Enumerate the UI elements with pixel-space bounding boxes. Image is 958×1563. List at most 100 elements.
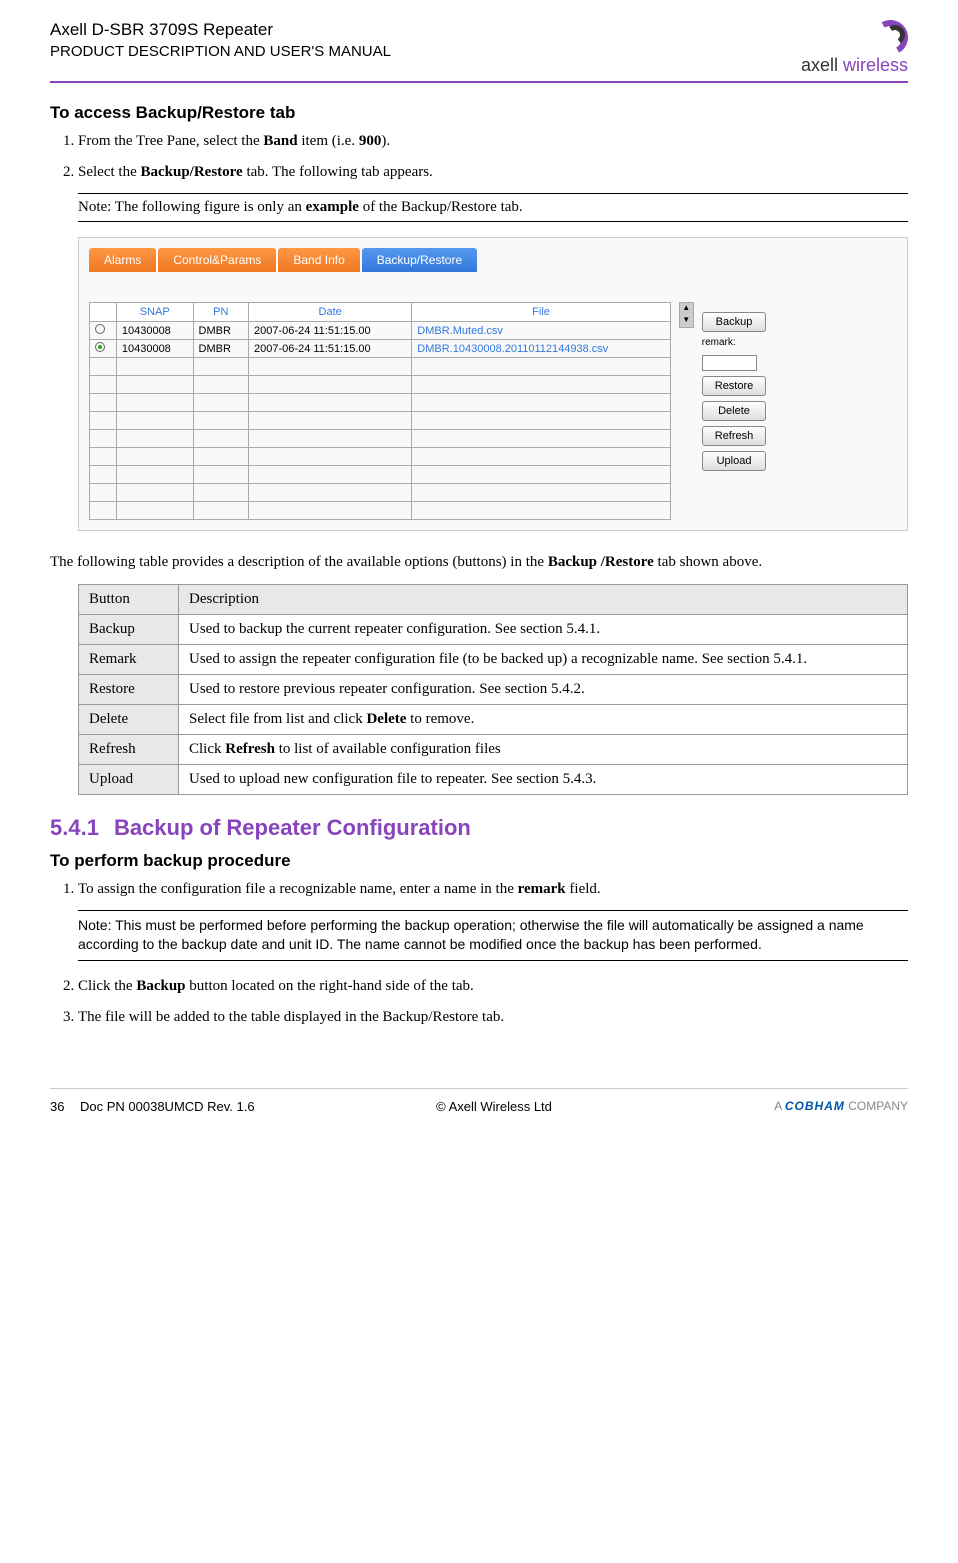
table-row-empty — [90, 412, 671, 430]
note-backup-remark: Note: This must be performed before perf… — [78, 910, 908, 961]
logo-text: axell wireless — [801, 55, 908, 76]
desc-text: Click Refresh to list of available confi… — [179, 734, 908, 764]
desc-row-upload: Upload Used to upload new configuration … — [79, 764, 908, 794]
delete-button[interactable]: Delete — [702, 401, 767, 421]
backup-restore-screenshot: Alarms Control&Params Band Info Backup/R… — [78, 237, 908, 531]
desc-btn: Refresh — [79, 734, 179, 764]
backup-procedure-steps: To assign the configuration file a recog… — [78, 879, 908, 1028]
heading-num: 5.4.1 — [50, 815, 99, 840]
tab-backup-restore[interactable]: Backup/Restore — [362, 248, 477, 272]
step1-post: ). — [381, 133, 390, 149]
note-pre: Note: The following figure is only an — [78, 199, 306, 215]
s2post: button located on the right-hand side of… — [186, 978, 474, 994]
col-file: File — [412, 303, 670, 322]
backup-file-table: SNAP PN Date File 10430008 DMBR 2007-06-… — [89, 302, 671, 520]
desc-row-refresh: Refresh Click Refresh to list of availab… — [79, 734, 908, 764]
backup-step-2: Click the Backup button located on the r… — [78, 976, 908, 997]
header-text: Axell D-SBR 3709S Repeater PRODUCT DESCR… — [50, 20, 391, 60]
s1pre: To assign the configuration file a recog… — [78, 881, 518, 897]
desc-text: Select file from list and click Delete t… — [179, 704, 908, 734]
radio-cell[interactable] — [90, 322, 117, 340]
col-radio — [90, 303, 117, 322]
tab-alarms[interactable]: Alarms — [89, 248, 156, 272]
cell-date: 2007-06-24 11:51:15.00 — [249, 322, 412, 340]
footer-doc-pn: Doc PN 00038UMCD Rev. 1.6 — [80, 1099, 436, 1114]
desc-header-button: Button — [79, 584, 179, 614]
desc-row-restore: Restore Used to restore previous repeate… — [79, 674, 908, 704]
desc-btn: Remark — [79, 644, 179, 674]
step2-bold: Backup/Restore — [140, 164, 242, 180]
cell-snap: 10430008 — [116, 322, 193, 340]
desc-text: Used to assign the repeater configuratio… — [179, 644, 908, 674]
button-description-table: Button Description Backup Used to backup… — [78, 584, 908, 795]
desc-text: Used to backup the current repeater conf… — [179, 614, 908, 644]
desc-row-remark: Remark Used to assign the repeater confi… — [79, 644, 908, 674]
cell-file[interactable]: DMBR.10430008.20110112144938.csv — [412, 340, 670, 358]
note-example: Note: The following figure is only an ex… — [78, 193, 908, 222]
table-row[interactable]: 10430008 DMBR 2007-06-24 11:51:15.00 DMB… — [90, 322, 671, 340]
table-row-empty — [90, 430, 671, 448]
note-post: of the Backup/Restore tab. — [359, 199, 523, 215]
t2: to list of available configuration files — [275, 741, 501, 757]
desc-row-backup: Backup Used to backup the current repeat… — [79, 614, 908, 644]
tab-control-params[interactable]: Control&Params — [158, 248, 276, 272]
desc-header-row: Button Description — [79, 584, 908, 614]
s2b: Backup — [136, 978, 185, 994]
scroll-down-icon[interactable]: ▼ — [680, 315, 693, 327]
table-row-empty — [90, 376, 671, 394]
remark-input[interactable] — [702, 355, 757, 371]
backup-step-1: To assign the configuration file a recog… — [78, 879, 908, 961]
desc-row-delete: Delete Select file from list and click D… — [79, 704, 908, 734]
cell-pn: DMBR — [193, 340, 249, 358]
t2: to remove. — [406, 711, 474, 727]
backup-panel: SNAP PN Date File 10430008 DMBR 2007-06-… — [89, 302, 897, 520]
tabs-row: Alarms Control&Params Band Info Backup/R… — [89, 248, 897, 272]
cell-date: 2007-06-24 11:51:15.00 — [249, 340, 412, 358]
remark-label: remark: — [702, 337, 767, 348]
footer-page-number: 36 — [50, 1099, 80, 1114]
step2-post: tab. The following tab appears. — [243, 164, 433, 180]
page-header: Axell D-SBR 3709S Repeater PRODUCT DESCR… — [50, 20, 908, 83]
upload-button[interactable]: Upload — [702, 451, 767, 471]
s1b: remark — [518, 881, 566, 897]
scrollbar[interactable]: ▲ ▼ — [679, 302, 694, 328]
desc-text: Used to upload new configuration file to… — [179, 764, 908, 794]
refresh-button[interactable]: Refresh — [702, 426, 767, 446]
table-row[interactable]: 10430008 DMBR 2007-06-24 11:51:15.00 DMB… — [90, 340, 671, 358]
b: Refresh — [225, 741, 275, 757]
tab-band-info[interactable]: Band Info — [278, 248, 359, 272]
s2pre: Click the — [78, 978, 136, 994]
logo-text-wireless: wireless — [843, 55, 908, 75]
radio-cell[interactable] — [90, 340, 117, 358]
cell-snap: 10430008 — [116, 340, 193, 358]
step2-pre: Select the — [78, 164, 140, 180]
side-button-panel: Backup remark: Restore Delete Refresh Up… — [702, 312, 767, 471]
table-row-empty — [90, 466, 671, 484]
radio-icon[interactable] — [95, 324, 105, 334]
b: Delete — [366, 711, 406, 727]
step1-mid: item (i.e. — [298, 133, 359, 149]
cell-pn: DMBR — [193, 322, 249, 340]
restore-button[interactable]: Restore — [702, 376, 767, 396]
step1-bold1: Band — [263, 133, 297, 149]
desc-btn: Upload — [79, 764, 179, 794]
desc-intro-pre: The following table provides a descripti… — [50, 554, 548, 570]
cobham-logo-text: COBHAM — [785, 1099, 845, 1113]
cell-file[interactable]: DMBR.Muted.csv — [412, 322, 670, 340]
col-date: Date — [249, 303, 412, 322]
subheading-backup-procedure: To perform backup procedure — [50, 851, 908, 871]
desc-intro: The following table provides a descripti… — [50, 551, 908, 574]
t: Click — [189, 741, 225, 757]
scroll-up-icon[interactable]: ▲ — [680, 303, 693, 315]
fc-pre: A — [774, 1099, 785, 1113]
backup-button[interactable]: Backup — [702, 312, 767, 332]
backup-step-3: The file will be added to the table disp… — [78, 1007, 908, 1028]
table-row-empty — [90, 502, 671, 520]
table-header-row: SNAP PN Date File — [90, 303, 671, 322]
step-1: From the Tree Pane, select the Band item… — [78, 131, 908, 152]
table-row-empty — [90, 358, 671, 376]
table-row-empty — [90, 484, 671, 502]
radio-icon-selected[interactable] — [95, 342, 105, 352]
step1-text-pre: From the Tree Pane, select the — [78, 133, 263, 149]
heading-5-4-1: 5.4.1Backup of Repeater Configuration — [50, 815, 908, 841]
